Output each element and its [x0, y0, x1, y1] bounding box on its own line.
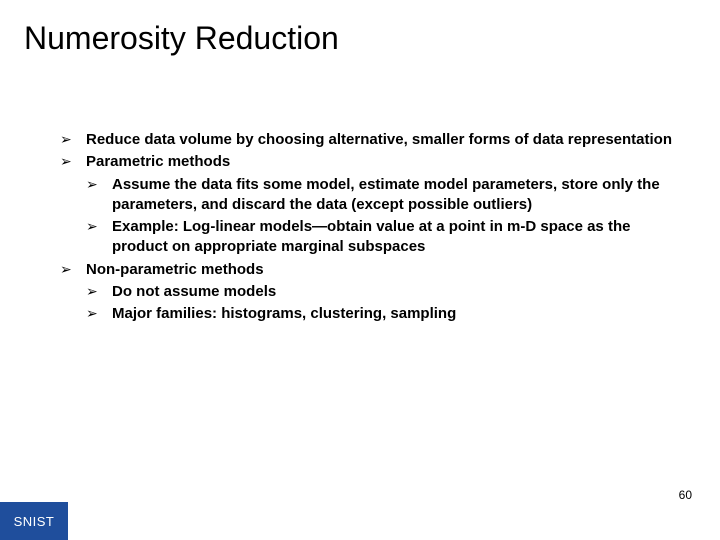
list-item: Example: Log-linear models—obtain value … [86, 217, 680, 258]
sub-list: Do not assume models Major families: his… [86, 282, 680, 325]
bullet-text: Example: Log-linear models—obtain value … [112, 218, 630, 255]
bullet-text: Major families: histograms, clustering, … [112, 305, 456, 322]
bullet-text: Do not assume models [112, 283, 276, 300]
list-item: Major families: histograms, clustering, … [86, 304, 680, 324]
bullet-text: Reduce data volume by choosing alternati… [86, 131, 672, 148]
bullet-list: Reduce data volume by choosing alternati… [60, 130, 680, 324]
bullet-text: Non-parametric methods [86, 261, 264, 278]
slide-content: Reduce data volume by choosing alternati… [60, 130, 680, 326]
sub-list: Assume the data fits some model, estimat… [86, 175, 680, 258]
list-item: Reduce data volume by choosing alternati… [60, 130, 680, 150]
slide: Numerosity Reduction Reduce data volume … [0, 0, 720, 540]
footer-label: SNIST [14, 514, 55, 529]
list-item: Non-parametric methods Do not assume mod… [60, 260, 680, 325]
bullet-text: Assume the data fits some model, estimat… [112, 176, 660, 213]
footer-logo-box: SNIST [0, 502, 68, 540]
slide-title: Numerosity Reduction [24, 20, 339, 57]
bullet-text: Parametric methods [86, 153, 230, 170]
list-item: Assume the data fits some model, estimat… [86, 175, 680, 216]
list-item: Do not assume models [86, 282, 680, 302]
page-number: 60 [679, 488, 692, 502]
list-item: Parametric methods Assume the data fits … [60, 152, 680, 257]
